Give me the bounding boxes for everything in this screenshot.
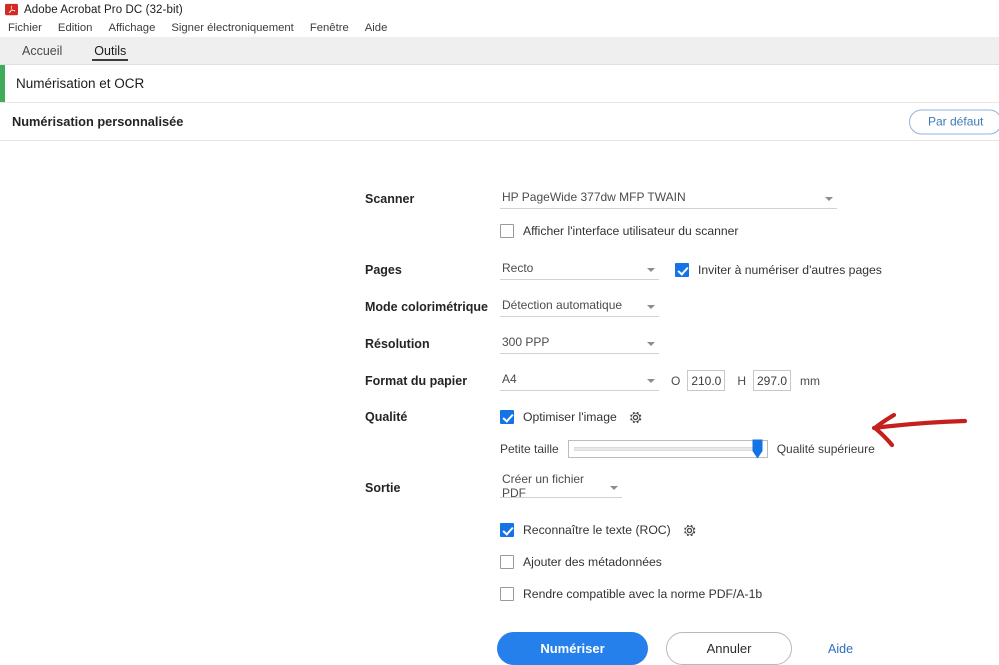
tab-accueil-label: Accueil [22, 43, 63, 58]
menu-fichier[interactable]: Fichier [8, 22, 42, 34]
scanner-select-value: HP PageWide 377dw MFP TWAIN [502, 190, 686, 204]
prompt-more-pages-label: Inviter à numériser d'autres pages [698, 262, 882, 277]
cancel-button[interactable]: Annuler [666, 632, 792, 665]
form-row-scanner: Scanner HP PageWide 377dw MFP TWAIN [0, 188, 999, 209]
quality-label: Qualité [365, 410, 408, 424]
chevron-down-icon [647, 379, 655, 383]
form-row-paper-size: Format du papier A4 O H mm [0, 370, 999, 391]
form-row-resolution: Résolution 300 PPP [0, 333, 999, 354]
paper-height-input[interactable] [753, 370, 792, 391]
paper-width-input[interactable] [687, 370, 726, 391]
resolution-select[interactable]: 300 PPP [500, 333, 659, 354]
output-select-value: Créer un fichier PDF [502, 472, 585, 500]
color-mode-label: Mode colorimétrique [365, 299, 488, 314]
menubar: Fichier Edition Affichage Signer électro… [0, 19, 999, 37]
form-row-pages: Pages Recto Inviter à numériser d'autres… [0, 259, 999, 280]
custom-scan-form: Scanner HP PageWide 377dw MFP TWAIN Affi… [0, 141, 999, 665]
gear-icon[interactable] [682, 523, 697, 538]
slider-max-label: Qualité supérieure [776, 442, 875, 456]
ocr-checkbox[interactable] [500, 523, 514, 537]
tool-header: Numérisation et OCR [0, 65, 999, 103]
prompt-more-pages-checkbox[interactable] [675, 262, 689, 277]
form-row-ocr: Reconnaître le texte (ROC) [0, 520, 999, 540]
show-scanner-ui-checkbox[interactable] [500, 224, 514, 238]
chevron-down-icon [647, 268, 655, 272]
pages-select-value: Recto [502, 261, 534, 275]
chevron-down-icon [647, 305, 655, 309]
tab-outils-label: Outils [94, 43, 127, 58]
menu-affichage[interactable]: Affichage [108, 22, 155, 34]
quality-slider[interactable]: Petite taille Qualité supérieure [500, 439, 875, 459]
show-scanner-ui-label: Afficher l'interface utilisateur du scan… [523, 224, 739, 238]
metadata-label: Ajouter des métadonnées [523, 555, 662, 569]
tool-accent-bar [0, 65, 5, 102]
color-mode-select-value: Détection automatique [502, 298, 623, 312]
action-buttons: Numériser Annuler Aide [0, 632, 999, 665]
help-link[interactable]: Aide [824, 642, 857, 656]
paper-height-letter: H [737, 373, 747, 388]
paper-size-select[interactable]: A4 [500, 370, 659, 391]
default-settings-button[interactable]: Par défaut [909, 109, 999, 134]
pdfa-label: Rendre compatible avec la norme PDF/A-1b [523, 587, 763, 601]
paper-size-unit: mm [800, 373, 821, 388]
menu-edition[interactable]: Edition [58, 22, 93, 34]
paper-width-letter: O [671, 373, 681, 388]
paper-size-select-value: A4 [502, 372, 517, 386]
form-row-color-mode: Mode colorimétrique Détection automatiqu… [0, 296, 999, 317]
resolution-label: Résolution [365, 336, 430, 351]
menu-aide[interactable]: Aide [365, 22, 388, 34]
slider-track[interactable] [567, 439, 768, 459]
window-title: Adobe Acrobat Pro DC (32-bit) [24, 3, 183, 16]
tab-strip: Accueil Outils [0, 37, 999, 65]
optimize-image-checkbox[interactable] [500, 410, 514, 424]
optimize-image-label: Optimiser l'image [523, 410, 617, 424]
tab-accueil[interactable]: Accueil [6, 37, 78, 64]
paper-size-label: Format du papier [365, 373, 468, 388]
pages-label: Pages [365, 262, 402, 277]
scan-button[interactable]: Numériser [497, 632, 648, 665]
chevron-down-icon [825, 197, 833, 201]
acrobat-logo-icon [5, 3, 18, 16]
form-row-show-scanner-ui: Afficher l'interface utilisateur du scan… [0, 221, 999, 241]
form-row-pdfa: Rendre compatible avec la norme PDF/A-1b [0, 584, 999, 604]
resolution-select-value: 300 PPP [502, 335, 550, 349]
slider-thumb[interactable] [752, 439, 763, 459]
page-title: Numérisation personnalisée [12, 114, 184, 129]
output-select[interactable]: Créer un fichier PDF [500, 472, 622, 500]
scanner-select[interactable]: HP PageWide 377dw MFP TWAIN [500, 188, 837, 209]
menu-fenetre[interactable]: Fenêtre [310, 22, 349, 34]
sub-header: Numérisation personnalisée Par défaut [0, 103, 999, 141]
form-row-quality-slider: Petite taille Qualité supérieure [0, 439, 999, 459]
gear-icon[interactable] [628, 410, 643, 425]
slider-groove [573, 447, 762, 451]
form-row-quality: Qualité Optimiser l'image [0, 407, 999, 427]
window-titlebar: Adobe Acrobat Pro DC (32-bit) [0, 0, 999, 19]
tab-outils[interactable]: Outils [78, 37, 142, 64]
form-row-output: Sortie Créer un fichier PDF [0, 472, 999, 500]
output-label: Sortie [365, 480, 401, 495]
slider-min-label: Petite taille [500, 442, 559, 456]
form-row-metadata: Ajouter des métadonnées [0, 552, 999, 572]
metadata-checkbox[interactable] [500, 555, 514, 569]
menu-signer-electroniquement[interactable]: Signer électroniquement [171, 22, 293, 34]
ocr-label: Reconnaître le texte (ROC) [523, 523, 671, 537]
chevron-down-icon [647, 342, 655, 346]
tool-title: Numérisation et OCR [16, 76, 145, 91]
pdfa-checkbox[interactable] [500, 587, 514, 601]
pages-select[interactable]: Recto [500, 259, 659, 280]
chevron-down-icon [610, 486, 618, 490]
scanner-label: Scanner [365, 191, 415, 206]
color-mode-select[interactable]: Détection automatique [500, 296, 659, 317]
